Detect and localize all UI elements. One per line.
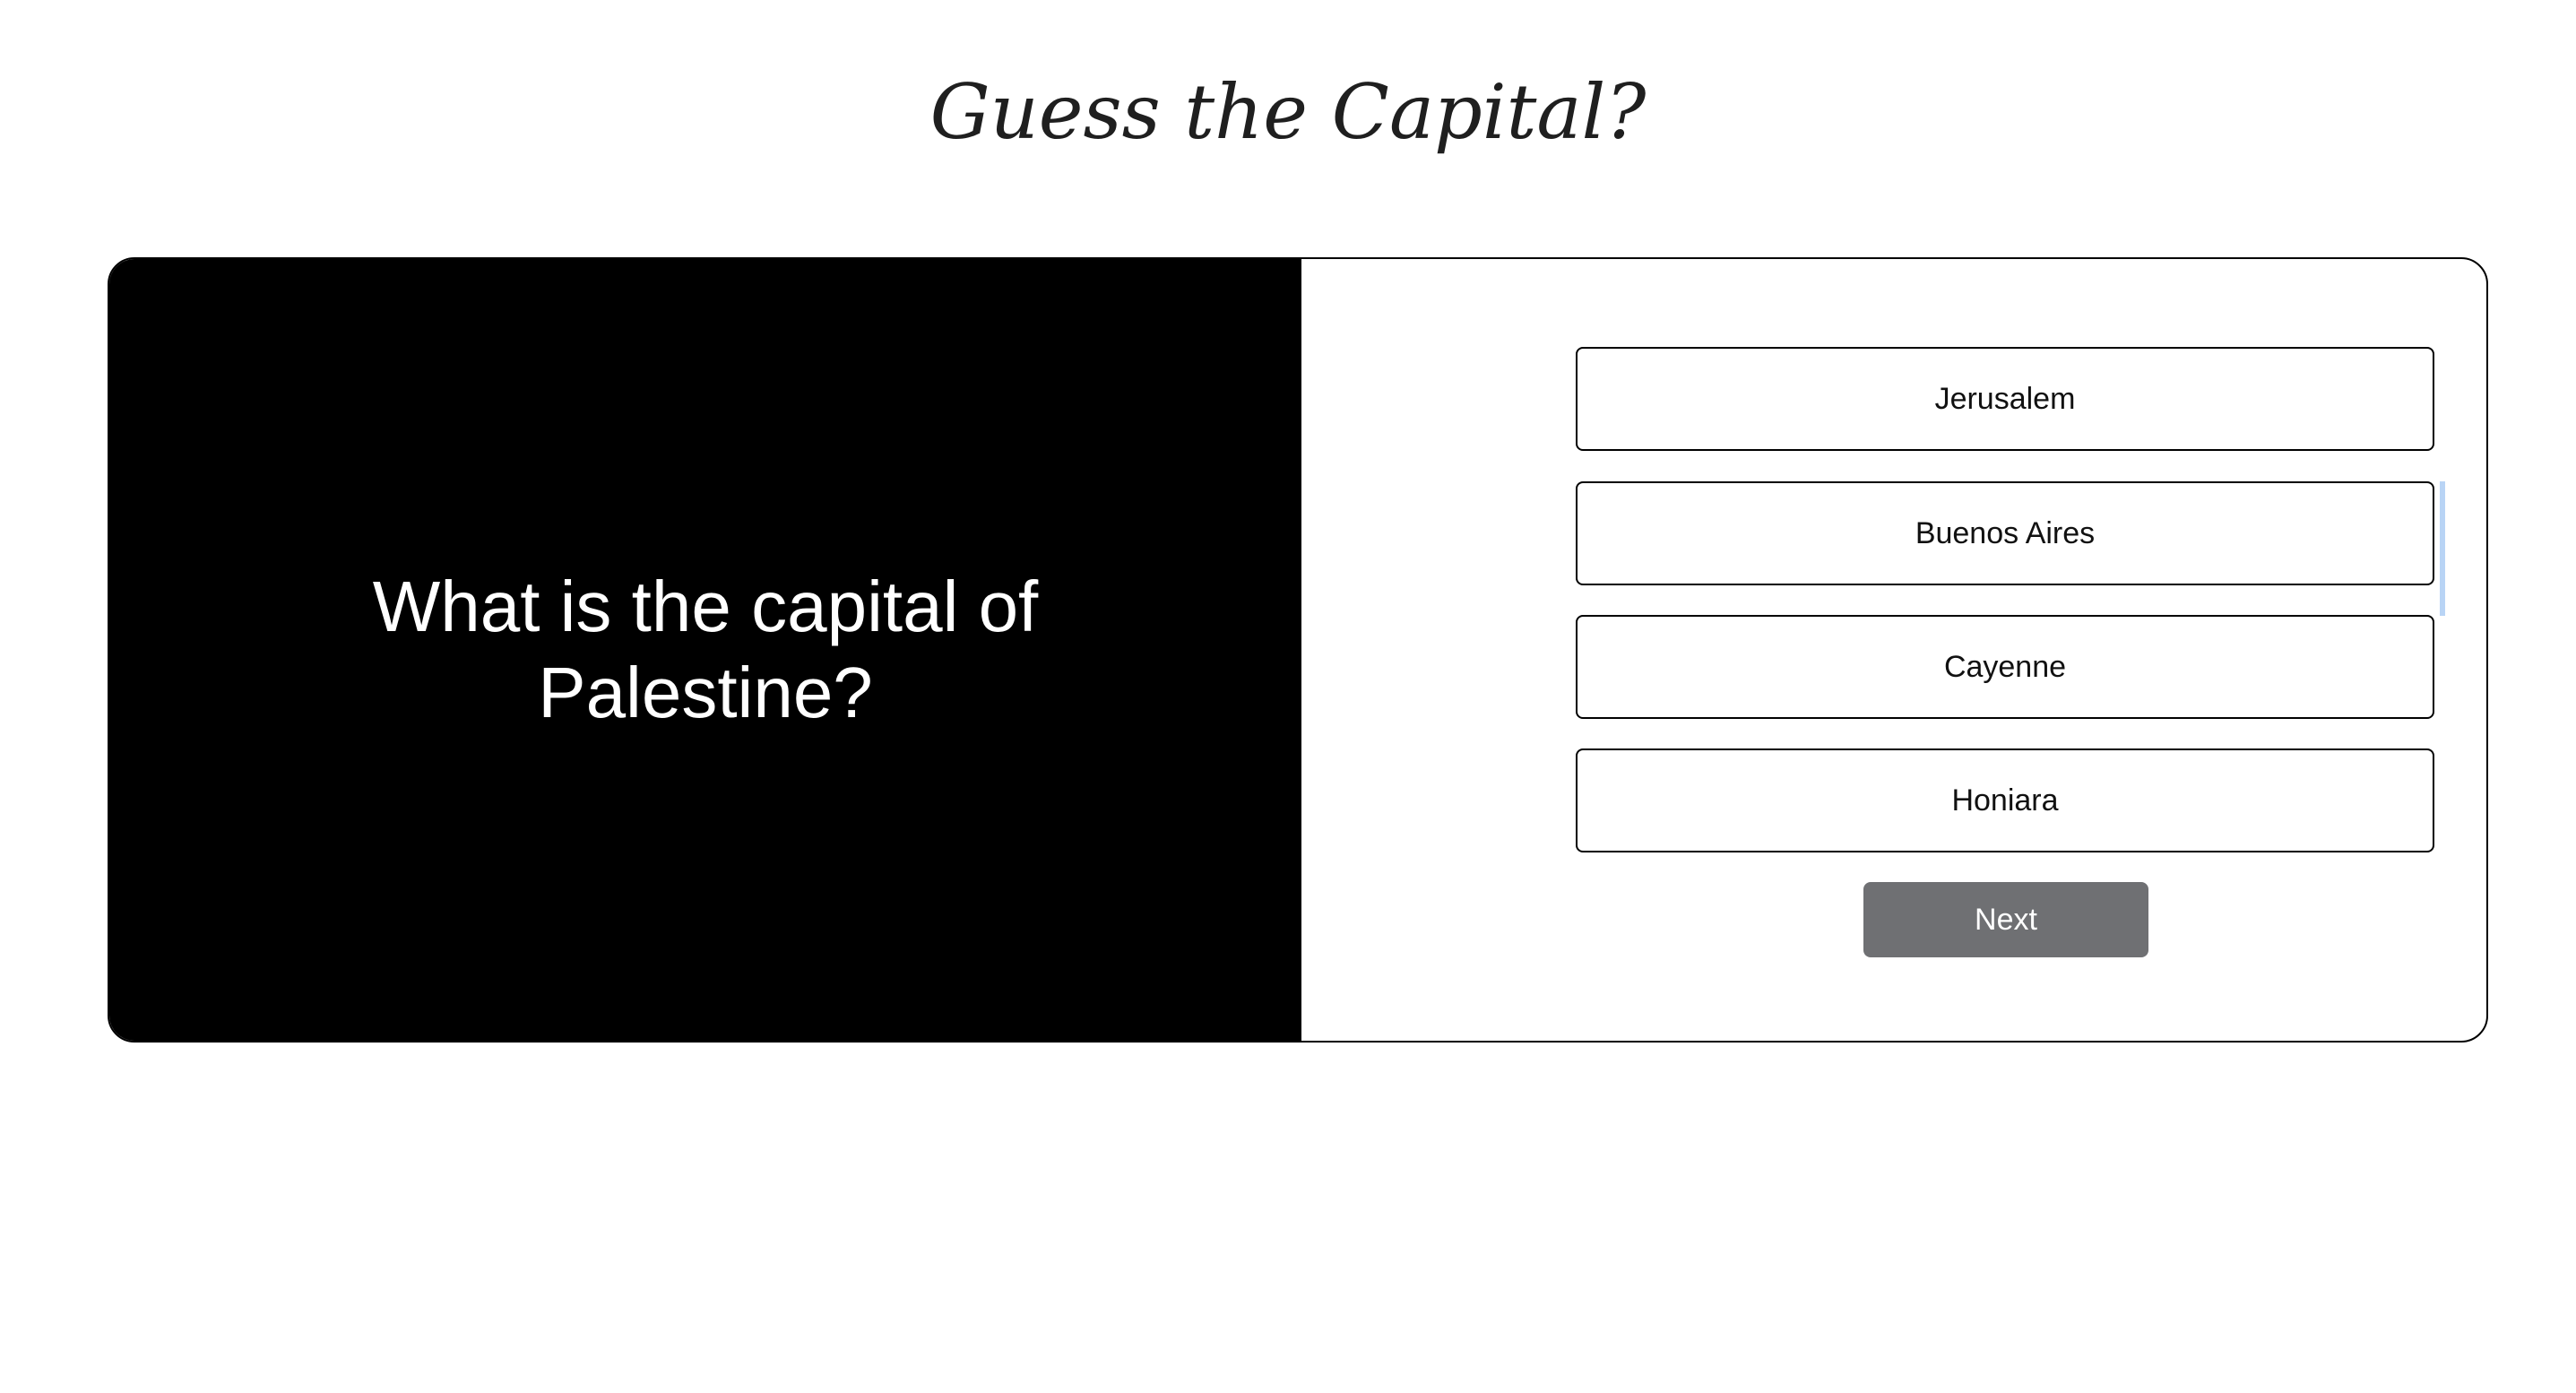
question-panel: What is the capital of Palestine? [109, 259, 1301, 1041]
answers-panel: Jerusalem Buenos Aires Cayenne Honiara N… [1301, 259, 2486, 1041]
answer-option-jerusalem[interactable]: Jerusalem [1576, 347, 2434, 451]
quiz-card: What is the capital of Palestine? Jerusa… [108, 257, 2488, 1043]
answer-option-honiara[interactable]: Honiara [1576, 748, 2434, 852]
page-title: Guess the Capital? [929, 68, 1647, 156]
focus-indicator [2440, 481, 2445, 616]
answer-option-cayenne[interactable]: Cayenne [1576, 615, 2434, 719]
answer-option-buenos-aires[interactable]: Buenos Aires [1576, 481, 2434, 585]
question-text: What is the capital of Palestine? [372, 567, 1039, 732]
next-button[interactable]: Next [1863, 882, 2148, 957]
